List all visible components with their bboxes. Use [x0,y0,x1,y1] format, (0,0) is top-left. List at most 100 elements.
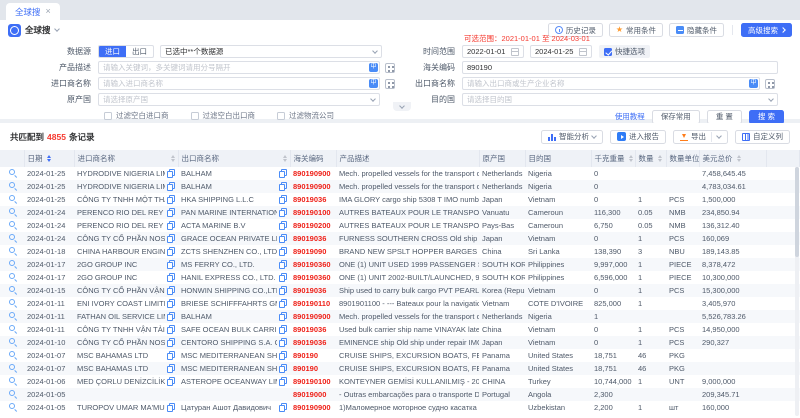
magnifier-icon[interactable] [8,194,17,203]
vertical-scrollbar[interactable] [795,167,799,416]
hs-code-input[interactable] [462,61,778,74]
copy-icon[interactable] [167,182,175,191]
magnifier-icon[interactable] [8,181,17,190]
smart-analysis-button[interactable]: 智能分析 [541,130,603,144]
magnifier-icon[interactable] [8,285,17,294]
magnifier-icon[interactable] [8,233,17,242]
filter-blank-importer-checkbox[interactable]: 过滤空白进口商 [104,110,169,121]
table-row[interactable]: 2024-01-07 MSC BAHAMAS LTD MSC MEDITERRA… [0,362,800,375]
copy-icon[interactable] [167,351,175,360]
magnifier-icon[interactable] [8,376,17,385]
copy-icon[interactable] [167,299,175,308]
header-exporter[interactable]: 出口商名称 [178,150,290,167]
magnifier-icon[interactable] [8,389,17,398]
copy-icon[interactable] [279,377,287,386]
magnifier-icon[interactable] [8,324,17,333]
table-row[interactable]: 2024-01-15 CÔNG TY CỔ PHẦN VẬN TẢI VÀ TI… [0,284,800,297]
copy-icon[interactable] [279,325,287,334]
magnifier-icon[interactable] [8,363,17,372]
table-row[interactable]: 2024-01-24 PERENCO RIO DEL REY ACTA MARI… [0,219,800,232]
export-toggle[interactable]: 出口 [126,46,153,57]
copy-icon[interactable] [279,338,287,347]
date-from-input[interactable]: 2022-01-01 [462,45,524,58]
importer-input[interactable] [98,77,380,90]
table-row[interactable]: 2024-01-25 HYDRODIVE NIGERIA LIMITED BAL… [0,167,800,180]
quick-options-toggle[interactable]: 快捷选项 [599,45,650,58]
copy-icon[interactable] [167,403,175,412]
magnifier-icon[interactable] [8,246,17,255]
header-weight[interactable]: 千克重量 [591,150,635,167]
magnifier-icon[interactable] [8,337,17,346]
exporter-input[interactable] [462,77,760,90]
copy-icon[interactable] [279,273,287,282]
copy-icon[interactable] [279,312,287,321]
copy-icon[interactable] [279,247,287,256]
magnifier-icon[interactable] [8,350,17,359]
grid-more-icon[interactable] [385,79,395,89]
table-row[interactable]: 2024-01-18 CHINA HARBOUR ENGINEERING CO … [0,245,800,258]
reset-button[interactable]: 重 置 [707,110,742,124]
copy-icon[interactable] [167,247,175,256]
header-quantity[interactable]: 数量 [635,150,666,167]
tab-close-icon[interactable]: × [46,7,51,16]
copy-icon[interactable] [167,364,175,373]
copy-icon[interactable] [279,299,287,308]
date-to-input[interactable]: 2024-01-25 [530,45,592,58]
app-switcher[interactable]: 全球搜 [8,24,59,37]
hide-conditions-button[interactable]: 隐藏条件 [669,23,724,37]
magnifier-icon[interactable] [8,272,17,281]
copy-icon[interactable] [279,351,287,360]
copy-icon[interactable] [279,182,287,191]
translate-icon[interactable]: 中 [749,79,758,88]
scrollbar-thumb[interactable] [795,167,799,257]
copy-icon[interactable] [167,260,175,269]
copy-icon[interactable] [167,325,175,334]
table-row[interactable]: 2024-01-17 2GO GROUP INC MS FERRY CO., L… [0,258,800,271]
table-row[interactable]: 2024-01-10 CÔNG TY CỔ PHẦN NOSCO SHIPYAR… [0,336,800,349]
copy-icon[interactable] [279,286,287,295]
magnifier-icon[interactable] [8,259,17,268]
favorite-conditions-button[interactable]: ★ 常用条件 [609,23,663,37]
table-row[interactable]: 2024-01-25 HYDRODIVE NIGERIA LIMITED BAL… [0,180,800,193]
copy-icon[interactable] [279,208,287,217]
filter-blank-exporter-checkbox[interactable]: 过滤空白出口商 [191,110,256,121]
product-desc-input[interactable] [98,61,380,74]
magnifier-icon[interactable] [8,220,17,229]
table-row[interactable]: 2024-01-06 MED ÇORLU DENİZCİLİK ANONİM Ş… [0,375,800,388]
header-usd[interactable]: 美元总价 [699,150,766,167]
magnifier-icon[interactable] [8,402,17,411]
tutorial-link[interactable]: 使用教程 [615,111,645,122]
tab-global-search[interactable]: 全球搜 × [6,3,60,20]
copy-icon[interactable] [279,234,287,243]
table-row[interactable]: 2024-01-11 ENI IVORY COAST LIMITED BRIES… [0,297,800,310]
header-date[interactable]: 日期 [24,150,74,167]
copy-icon[interactable] [279,221,287,230]
filter-logistics-checkbox[interactable]: 过滤物流公司 [277,110,334,121]
copy-icon[interactable] [167,377,175,386]
magnifier-icon[interactable] [8,298,17,307]
copy-icon[interactable] [167,195,175,204]
destination-select[interactable]: 请选择目的国 [462,93,778,106]
advanced-search-button[interactable]: 高级搜索 [741,23,792,37]
magnifier-icon[interactable] [8,311,17,320]
grid-more-icon[interactable] [385,63,395,73]
table-row[interactable]: 2024-01-07 MSC BAHAMAS LTD MSC MEDITERRA… [0,349,800,362]
copy-icon[interactable] [167,286,175,295]
import-toggle[interactable]: 进口 [99,46,126,57]
copy-icon[interactable] [279,169,287,178]
export-button[interactable]: 导出 [673,130,728,144]
copy-icon[interactable] [167,338,175,347]
data-source-select[interactable]: 已选中**个数据源 [160,45,382,58]
copy-icon[interactable] [279,195,287,204]
table-row[interactable]: 2024-01-05 89019000 - Outras embarcações… [0,388,800,401]
copy-icon[interactable] [167,312,175,321]
copy-icon[interactable] [279,260,287,269]
table-row[interactable]: 2024-01-17 2GO GROUP INC HANIL EXPRESS C… [0,271,800,284]
grid-more-icon[interactable] [765,79,775,89]
copy-icon[interactable] [167,169,175,178]
magnifier-icon[interactable] [8,207,17,216]
copy-icon[interactable] [279,364,287,373]
copy-icon[interactable] [167,221,175,230]
table-row[interactable]: 2024-01-24 PERENCO RIO DEL REY PAN MARIN… [0,206,800,219]
table-row[interactable]: 2024-01-11 FATHAN OIL SERVICE LIMITED BA… [0,310,800,323]
